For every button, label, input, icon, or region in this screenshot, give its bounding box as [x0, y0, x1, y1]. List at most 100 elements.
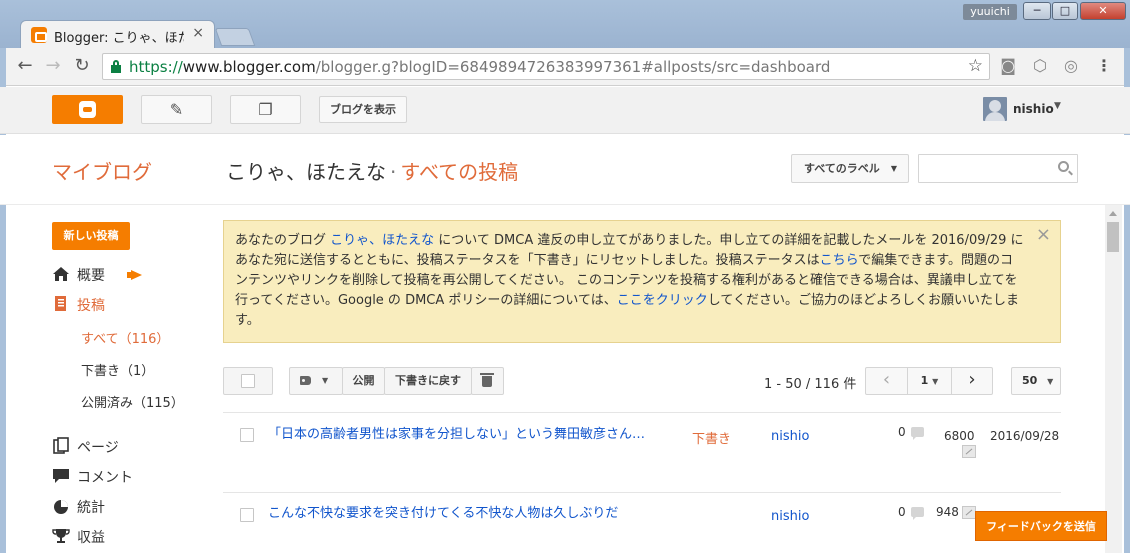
maximize-button[interactable]: □ — [1052, 2, 1078, 20]
blogger-favicon-icon — [31, 27, 47, 43]
avatar[interactable] — [983, 97, 1007, 121]
row-checkbox[interactable] — [240, 428, 254, 442]
page-scrollbar[interactable] — [1105, 205, 1122, 553]
labels-dropdown[interactable]: すべてのラベル ▼ — [791, 154, 909, 183]
comment-bubble-icon — [911, 427, 924, 440]
select-all-checkbox[interactable] — [241, 374, 255, 388]
label-menu-button[interactable]: ▼ — [289, 367, 343, 395]
tab-title: Blogger: こりゃ、ほたえな — [54, 31, 184, 46]
forward-icon[interactable]: → — [42, 56, 64, 76]
new-post-pencil-button[interactable]: ✎ — [141, 95, 212, 124]
blog-name: こりゃ、ほたえな — [226, 160, 386, 184]
sidebar-item-label: 概要 — [77, 268, 105, 284]
chevron-down-icon: ▼ — [322, 376, 329, 385]
browser-toolbar: ← → ↻ https://www.blogger.com/blogger.g?… — [0, 48, 1130, 86]
publish-button[interactable]: 公開 — [342, 367, 385, 395]
post-comment-count: 0 — [898, 425, 906, 439]
labels-dropdown-label: すべてのラベル — [804, 162, 880, 175]
comment-bubble-icon — [911, 507, 924, 520]
sidebar-item-earnings[interactable]: 収益 — [52, 527, 105, 549]
sidebar-item-label: 投稿 — [77, 298, 105, 314]
bookmark-star-icon[interactable]: ☆ — [968, 56, 983, 76]
chevron-down-icon: ▼ — [932, 377, 939, 386]
pages-icon: ❐ — [258, 100, 273, 119]
delete-button[interactable] — [471, 367, 504, 395]
stats-chart-icon[interactable] — [962, 506, 976, 519]
search-icon[interactable] — [1058, 161, 1069, 172]
sidebar-subitem-all[interactable]: すべて（116） — [81, 328, 169, 347]
post-comment-count: 0 — [898, 505, 906, 519]
close-icon[interactable]: × — [1036, 225, 1051, 245]
stats-chart-icon[interactable] — [962, 445, 976, 458]
menu-dots-icon[interactable]: ⋮ — [1094, 56, 1114, 75]
sidebar-subitem-drafts[interactable]: 下書き（1） — [81, 360, 154, 379]
window-close-button[interactable]: ✕ — [1080, 2, 1126, 20]
row-divider — [223, 412, 1061, 413]
circle-extension-icon[interactable]: ◎ — [1061, 56, 1081, 75]
sidebar-item-posts[interactable]: 投稿 — [52, 295, 105, 317]
prev-page-button[interactable]: ‹ — [866, 368, 908, 394]
post-title-link[interactable]: こんな不快な要求を突き付けてくる不快な人物は久しぶりだ — [268, 502, 618, 521]
comment-icon — [52, 467, 70, 485]
search-input[interactable] — [918, 154, 1078, 183]
camera-extension-icon[interactable]: ◙ — [998, 56, 1018, 75]
trash-icon — [480, 373, 494, 387]
minimize-button[interactable]: ─ — [1023, 2, 1051, 20]
username[interactable]: nishio — [1013, 102, 1054, 116]
revert-to-draft-button[interactable]: 下書きに戻す — [384, 367, 472, 395]
blogger-home-button[interactable] — [52, 95, 123, 124]
tab-close-icon[interactable]: × — [192, 25, 204, 41]
page-select[interactable]: 1 ▼ — [908, 368, 952, 394]
sidebar-item-overview[interactable]: 概要 — [52, 265, 105, 287]
view-blog-button[interactable]: ブログを表示 — [319, 96, 407, 123]
next-page-button[interactable]: › — [952, 368, 992, 394]
post-count: 1 - 50 / 116 件 — [764, 377, 857, 392]
reload-icon[interactable]: ↻ — [71, 56, 93, 76]
notice-blog-link[interactable]: こりゃ、ほたえな — [330, 233, 434, 248]
post-date: 2016/09/28 — [990, 429, 1060, 443]
address-bar[interactable]: https://www.blogger.com/blogger.g?blogID… — [102, 53, 990, 80]
per-page-select[interactable]: 50 ▼ — [1011, 367, 1061, 395]
row-checkbox[interactable] — [240, 508, 254, 522]
chevron-down-icon[interactable]: ▼ — [1054, 101, 1061, 111]
url-path: /blogger.g?blogID=6849894726383997361#al… — [315, 58, 831, 76]
notice-here-link[interactable]: こちら — [820, 253, 859, 268]
select-all-checkbox-button[interactable] — [223, 367, 273, 395]
url-text[interactable]: https://www.blogger.com/blogger.g?blogID… — [129, 58, 830, 76]
cube-extension-icon[interactable]: ⬡ — [1030, 56, 1050, 75]
new-tab-button[interactable] — [214, 28, 256, 46]
post-author[interactable]: nishio — [771, 429, 809, 444]
sidebar-item-pages[interactable]: ページ — [52, 437, 119, 459]
post-view-count: 948 — [936, 505, 959, 519]
pencil-icon: ✎ — [169, 100, 184, 119]
pages-icon — [52, 437, 70, 455]
section-name: すべての投稿 — [400, 160, 519, 184]
scroll-thumb[interactable] — [1107, 222, 1119, 252]
tag-icon — [300, 376, 311, 385]
post-author[interactable]: nishio — [771, 509, 809, 524]
post-title-link[interactable]: 「日本の高齢者男性は家事を分担しない」という舞田敏彦さん… — [268, 423, 645, 442]
notice-policy-link[interactable]: ここをクリック — [617, 293, 708, 308]
sidebar-subitem-published[interactable]: 公開済み（115） — [81, 392, 184, 411]
chevron-down-icon: ▼ — [890, 164, 897, 173]
window-titlebar: Blogger: こりゃ、ほたえな × yuuichi ─ □ ✕ — [0, 0, 1130, 48]
new-post-button[interactable]: 新しい投稿 — [52, 222, 130, 250]
posts-list-button[interactable]: ❐ — [230, 95, 301, 124]
send-feedback-button[interactable]: フィードバックを送信 — [975, 511, 1107, 541]
scroll-up-arrow-icon[interactable] — [1109, 211, 1117, 216]
chevron-down-icon: ▼ — [1047, 377, 1054, 386]
my-blog-link[interactable]: マイブログ — [52, 156, 152, 185]
sidebar-item-stats[interactable]: 統計 — [52, 497, 105, 519]
pagination: ‹ 1 ▼ › — [865, 367, 993, 395]
page-number: 1 — [920, 374, 929, 387]
profile-badge[interactable]: yuuichi — [963, 4, 1017, 20]
sidebar-item-label: ページ — [77, 440, 119, 456]
blogger-header: ✎ ❐ ブログを表示 nishio ▼ — [0, 87, 1130, 134]
browser-tab[interactable]: Blogger: こりゃ、ほたえな × — [20, 20, 215, 48]
sidebar-item-comments[interactable]: コメント — [52, 467, 133, 489]
blogger-logo-icon — [79, 101, 96, 118]
posts-icon — [52, 295, 70, 313]
back-icon[interactable]: ← — [14, 56, 36, 76]
notice-text-1: あなたのブログ — [235, 233, 331, 248]
post-view-count: 6800 — [944, 429, 975, 443]
